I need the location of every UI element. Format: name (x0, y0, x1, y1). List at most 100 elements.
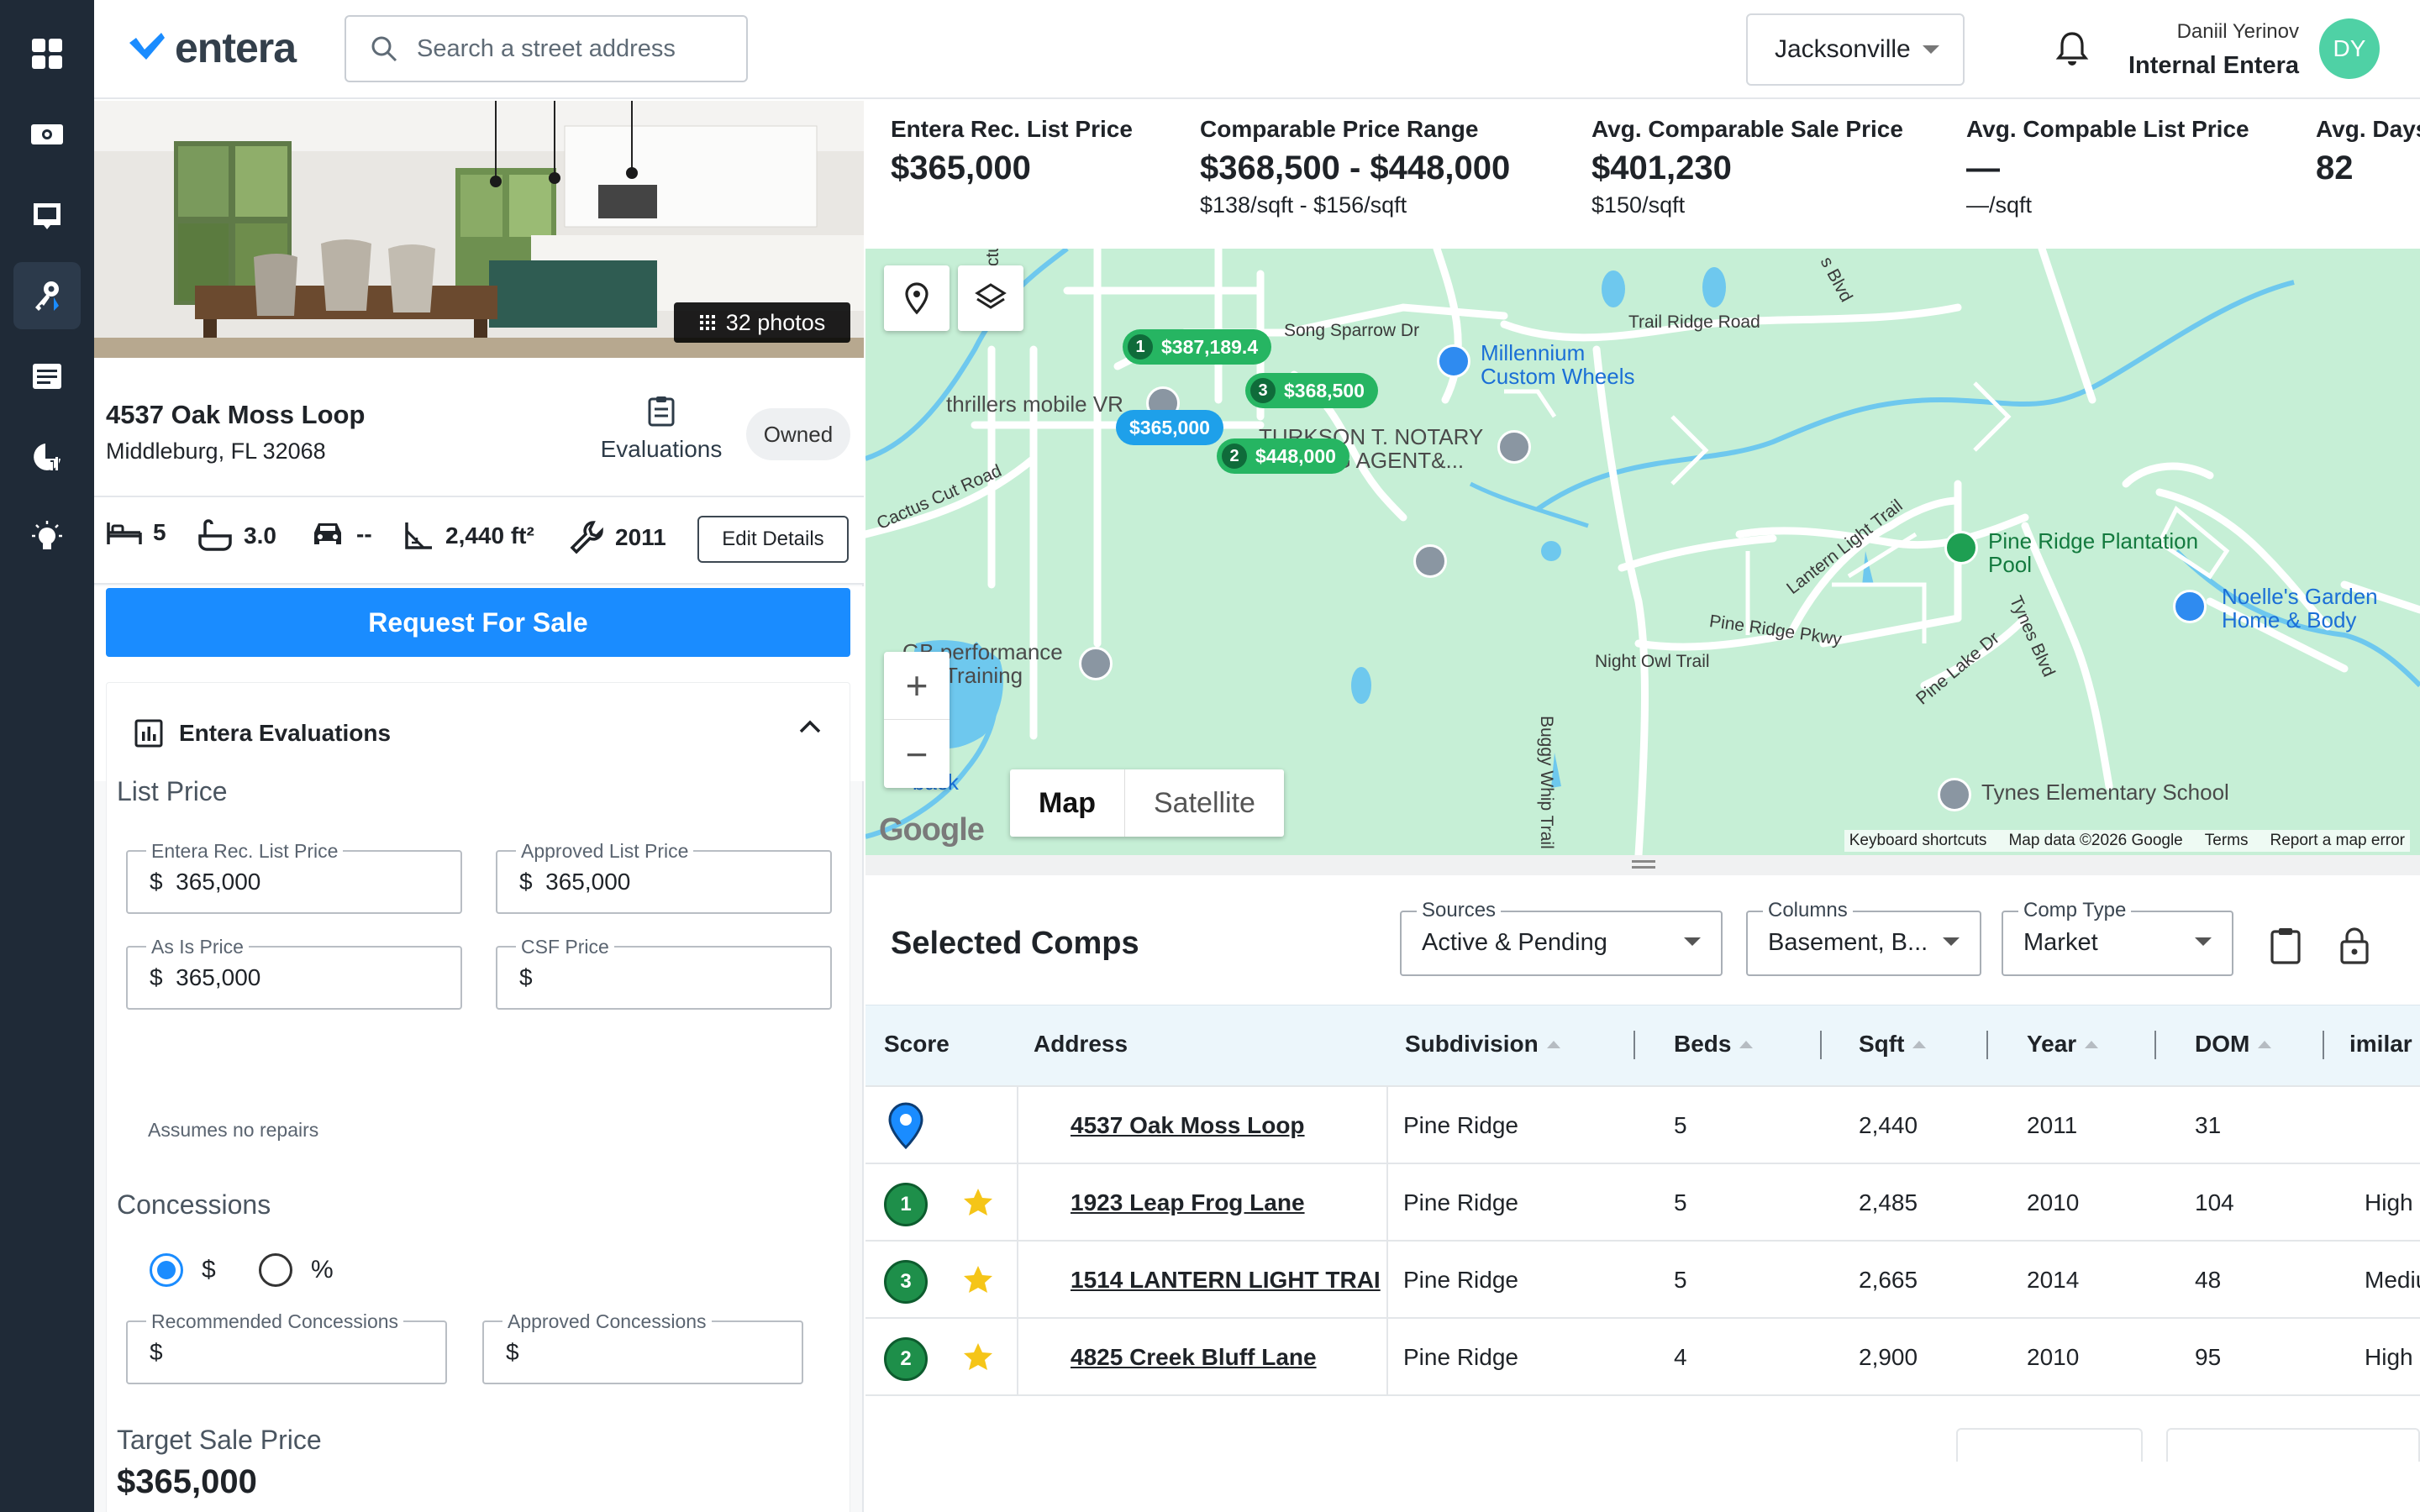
photos-count-badge[interactable]: 32 photos (674, 302, 850, 343)
column-header-subdivision[interactable]: Subdivision (1405, 1031, 1560, 1058)
map-layers-button[interactable] (958, 265, 1023, 331)
column-header-address[interactable]: Address (1034, 1031, 1128, 1058)
radio-dollar[interactable]: $ (150, 1253, 216, 1287)
evaluations-card-header[interactable]: Entera Evaluations (134, 718, 391, 748)
comp-address-link[interactable]: 1514 LANTERN LIGHT TRAI (1071, 1267, 1381, 1294)
sort-icon[interactable] (1739, 1040, 1754, 1048)
comp-type-select[interactable]: Comp Type Market (2002, 899, 2233, 976)
csf-price-field[interactable]: CSF Price $ (496, 936, 832, 1010)
columns-select[interactable]: Columns Basement, B... (1746, 899, 1981, 976)
address-search[interactable] (345, 15, 748, 82)
stat-label: Avg. Compable List Price (1966, 116, 2249, 142)
city-select[interactable]: Jacksonville (1746, 13, 1965, 86)
column-header-year[interactable]: Year (2027, 1031, 2099, 1058)
lock-button[interactable] (2333, 924, 2376, 968)
table-row[interactable]: 3 1514 LANTERN LIGHT TRAI Pine Ridge 5 2… (865, 1240, 2420, 1319)
keys-icon[interactable] (13, 262, 81, 329)
pin-number: 3 (1250, 378, 1276, 403)
sources-select[interactable]: Sources Active & Pending (1400, 899, 1723, 976)
avatar[interactable]: DY (2319, 18, 2380, 79)
table-row[interactable]: 1 1923 Leap Frog Lane Pine Ridge 5 2,485… (865, 1163, 2420, 1242)
pagination-control[interactable] (1956, 1428, 2143, 1462)
column-separator[interactable] (1634, 1031, 1635, 1059)
recommended-concessions-field[interactable]: Recommended Concessions $ (126, 1310, 447, 1384)
keyboard-shortcuts-link[interactable]: Keyboard shortcuts (1849, 832, 1987, 850)
column-header-beds[interactable]: Beds (1674, 1031, 1754, 1058)
terms-link[interactable]: Terms (2205, 832, 2249, 850)
notifications-button[interactable] (2049, 25, 2096, 72)
dashboard-icon[interactable] (13, 20, 81, 87)
star-icon[interactable] (961, 1341, 995, 1374)
sort-icon[interactable] (2258, 1040, 2272, 1048)
column-header-similarity[interactable]: imilar (2349, 1031, 2412, 1058)
school-pin-icon[interactable] (1938, 778, 1971, 811)
map-price-pin[interactable]: 1 $387,189.4 (1123, 329, 1272, 365)
column-separator[interactable] (2154, 1031, 2156, 1059)
school-pin-icon[interactable] (1413, 544, 1447, 578)
poi-thrillers[interactable]: thrillers mobile VR (946, 391, 1123, 417)
rec-list-price-field[interactable]: Entera Rec. List Price $ 365,000 (126, 840, 462, 914)
table-row[interactable]: 4537 Oak Moss Loop Pine Ridge 5 2,440 20… (865, 1085, 2420, 1164)
resize-handle[interactable] (865, 855, 2420, 875)
cell-divider (1017, 1319, 1018, 1396)
map-location-button[interactable] (884, 265, 950, 331)
clipboard-button[interactable] (2264, 924, 2307, 968)
entera-logo[interactable]: entera (128, 20, 297, 76)
column-separator[interactable] (1820, 1031, 1822, 1059)
park-pin-icon[interactable] (1944, 531, 1978, 564)
search-input[interactable] (417, 34, 719, 63)
column-separator[interactable] (1986, 1031, 1988, 1059)
chart-icon[interactable] (13, 423, 81, 491)
radio-percent[interactable]: % (259, 1253, 334, 1287)
shop-pin-icon[interactable] (1437, 344, 1470, 378)
poi-pine-ridge-pool[interactable]: Pine Ridge Plantation Pool (1988, 529, 2207, 576)
as-is-price-field[interactable]: As Is Price $ 365,000 (126, 936, 462, 1010)
shop-pin-icon[interactable] (2173, 590, 2207, 623)
evaluations-button[interactable]: Evaluations (573, 395, 750, 463)
poi-millennium[interactable]: Millennium Custom Wheels (1481, 341, 1665, 388)
comp-address-link[interactable]: 4825 Creek Bluff Lane (1071, 1344, 1317, 1371)
sort-icon[interactable] (2085, 1040, 2099, 1048)
chevron-up-icon[interactable] (797, 718, 823, 739)
map-tab-satellite[interactable]: Satellite (1125, 769, 1284, 837)
column-separator[interactable] (2323, 1031, 2324, 1059)
place-pin-icon[interactable] (1497, 430, 1531, 464)
comp-address-link[interactable]: 4537 Oak Moss Loop (1071, 1112, 1305, 1139)
column-header-sqft[interactable]: Sqft (1859, 1031, 1927, 1058)
edit-details-button[interactable]: Edit Details (697, 516, 849, 563)
road-label: Night Owl Trail (1595, 652, 1710, 671)
radio-dollar-dot[interactable] (150, 1253, 183, 1287)
comps-table: Score Address Subdivision Beds Sqft Year… (865, 1005, 2420, 1462)
zoom-out-button[interactable]: − (884, 720, 950, 788)
comp-address-link[interactable]: 1923 Leap Frog Lane (1071, 1189, 1305, 1216)
poi-noelles[interactable]: Noelle's Garden Home & Body (2222, 585, 2420, 632)
map-price-pin[interactable]: 3 $368,500 (1245, 373, 1378, 408)
inbox-icon[interactable] (13, 181, 81, 249)
approved-list-price-field[interactable]: Approved List Price $ 365,000 (496, 840, 832, 914)
poi-tynes-school[interactable]: Tynes Elementary School (1981, 780, 2229, 806)
column-header-score[interactable]: Score (884, 1031, 950, 1058)
radio-percent-dot[interactable] (259, 1253, 292, 1287)
star-icon[interactable] (961, 1186, 995, 1220)
property-photo[interactable]: 32 photos (94, 101, 864, 358)
column-header-dom[interactable]: DOM (2195, 1031, 2272, 1058)
search-icon (371, 36, 397, 62)
report-map-error-link[interactable]: Report a map error (2270, 832, 2405, 850)
sort-icon[interactable] (1912, 1040, 1927, 1048)
table-row[interactable]: 2 4825 Creek Bluff Lane Pine Ridge 4 2,9… (865, 1317, 2420, 1396)
map-price-pin[interactable]: 2 $448,000 (1217, 438, 1349, 474)
clipboard-icon (648, 396, 675, 427)
zoom-in-button[interactable]: + (884, 652, 950, 720)
map[interactable]: Cactus Song Sparrow Dr Trail Ridge Road … (865, 249, 2420, 855)
place-pin-icon[interactable] (1079, 647, 1113, 680)
pagination-control[interactable] (2166, 1428, 2420, 1462)
star-icon[interactable] (961, 1263, 995, 1297)
money-icon[interactable] (13, 101, 81, 168)
list-icon[interactable] (13, 343, 81, 410)
map-subject-pin[interactable]: $365,000 (1116, 410, 1223, 445)
sort-icon[interactable] (1546, 1040, 1560, 1048)
approved-concessions-field[interactable]: Approved Concessions $ (482, 1310, 803, 1384)
request-for-sale-button[interactable]: Request For Sale (106, 588, 850, 657)
lightbulb-icon[interactable] (13, 504, 81, 571)
map-tab-map[interactable]: Map (1010, 769, 1125, 837)
